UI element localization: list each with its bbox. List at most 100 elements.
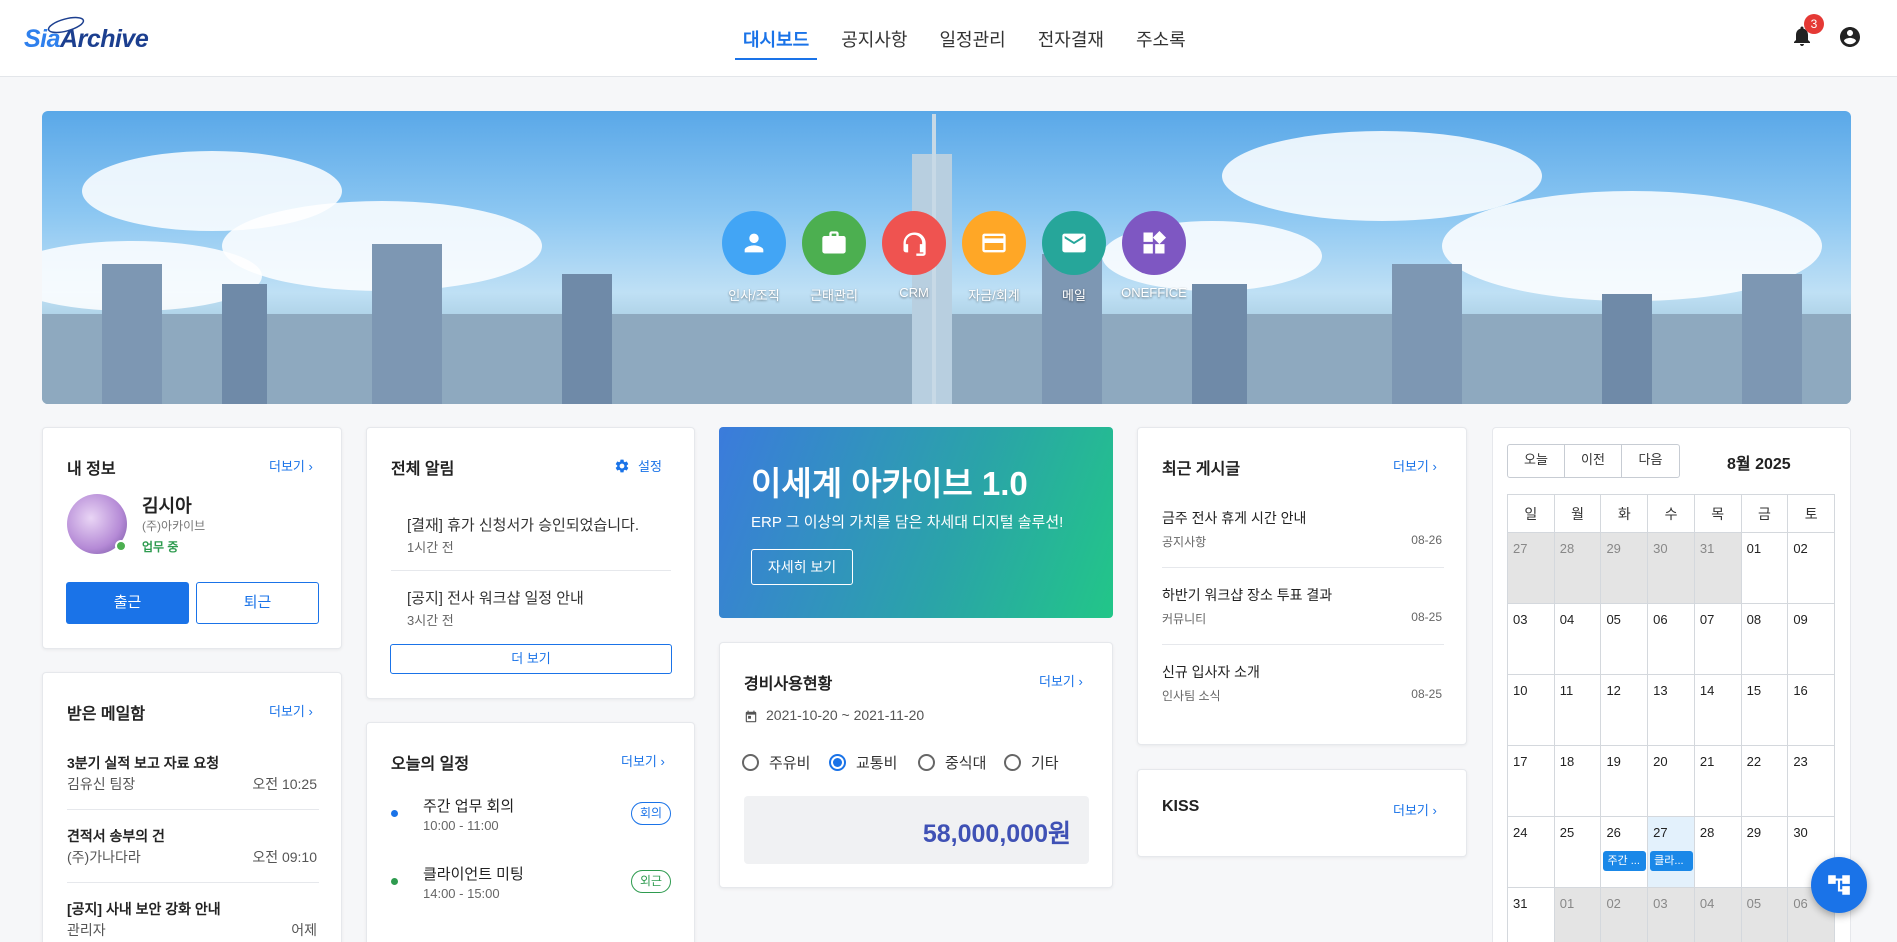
post-title: 금주 전사 휴게 시간 안내: [1162, 510, 1307, 526]
app-crm[interactable]: CRM: [874, 211, 954, 304]
more-link[interactable]: 더보기 ›: [269, 456, 313, 475]
calendar-day[interactable]: 01: [1554, 888, 1602, 942]
app-label: 근태관리: [810, 288, 858, 303]
nav-notices[interactable]: 공지사항: [833, 0, 915, 60]
calendar-day[interactable]: 04: [1694, 888, 1742, 942]
calendar-card: 오늘 이전 다음 8월 2025 일월화수목금토 27 28 29 30 31 01 02 0…: [1492, 427, 1851, 942]
calendar-day[interactable]: 10: [1508, 675, 1555, 746]
calendar-day[interactable]: 17: [1508, 746, 1555, 817]
calendar-day[interactable]: 13: [1648, 675, 1695, 746]
day-number: 02: [1793, 541, 1808, 556]
calendar-day[interactable]: 22: [1741, 746, 1789, 817]
calendar-day[interactable]: 27: [1508, 533, 1555, 604]
calendar-day[interactable]: 29: [1741, 817, 1789, 888]
app-hr[interactable]: 인사/조직: [714, 211, 794, 304]
calendar-event[interactable]: 클라...: [1650, 851, 1694, 871]
calendar-day[interactable]: 24: [1508, 817, 1555, 888]
calendar-day[interactable]: 25: [1554, 817, 1602, 888]
calendar-grid: 일월화수목금토 27 28 29 30 31 01 02 03 04 05 06 07 08 09 10 11…: [1507, 494, 1836, 942]
card-title: KISS: [1162, 798, 1200, 815]
org-chart-fab[interactable]: [1811, 857, 1867, 913]
nav-schedule[interactable]: 일정관리: [932, 0, 1014, 60]
calendar-day[interactable]: 18: [1554, 746, 1602, 817]
calendar-day[interactable]: 26 주간 ...: [1601, 817, 1649, 888]
calendar-day[interactable]: 04: [1554, 604, 1602, 675]
calendar-day[interactable]: 01: [1741, 533, 1789, 604]
day-number: 28: [1699, 825, 1715, 840]
calendar-prev-button[interactable]: 이전: [1565, 445, 1622, 477]
calendar-event[interactable]: 주간 ...: [1603, 851, 1647, 871]
schedule-tag: 회의: [631, 802, 672, 825]
calendar-day[interactable]: 07: [1694, 604, 1742, 675]
check-out-button[interactable]: 퇴근: [196, 582, 319, 624]
calendar-day[interactable]: 06: [1648, 604, 1695, 675]
more-notifications-button[interactable]: 더 보기: [390, 644, 672, 674]
settings-link[interactable]: 설정: [614, 456, 662, 475]
nav-address-book[interactable]: 주소록: [1128, 0, 1194, 60]
radio-lunch[interactable]: 중식대: [918, 752, 986, 773]
calendar-day[interactable]: 31: [1508, 888, 1555, 942]
check-in-button[interactable]: 출근: [66, 582, 189, 624]
app-onefice[interactable]: ONEFFICE: [1114, 211, 1194, 304]
calendar-next-button[interactable]: 다음: [1622, 445, 1679, 477]
mail-sender: (주)가나다라: [67, 849, 141, 865]
account-icon[interactable]: [1838, 25, 1862, 49]
calendar-today-button[interactable]: 오늘: [1508, 445, 1565, 477]
day-number: 15: [1746, 683, 1762, 698]
calendar-day[interactable]: 30: [1648, 533, 1695, 604]
post-title: 신규 입사자 소개: [1162, 664, 1260, 680]
weekday-label: 화: [1601, 495, 1649, 533]
mail-subject: 견적서 송부의 건: [67, 828, 165, 844]
calendar-day[interactable]: 05: [1741, 888, 1789, 942]
calendar-day[interactable]: 02: [1601, 888, 1649, 942]
calendar-month-title: 8월 2025: [1727, 456, 1791, 473]
calendar-day[interactable]: 21: [1694, 746, 1742, 817]
day-number: 01: [1559, 896, 1575, 911]
calendar-day[interactable]: 29: [1601, 533, 1649, 604]
calendar-day-today[interactable]: 27 클라...: [1648, 817, 1695, 888]
calendar-day[interactable]: 08: [1741, 604, 1789, 675]
calendar-day[interactable]: 14: [1694, 675, 1742, 746]
schedule-title: 주간 업무 회의: [423, 798, 515, 815]
app-finance[interactable]: 자금/회계: [954, 211, 1034, 304]
calendar-day[interactable]: 31: [1694, 533, 1742, 604]
calendar-day[interactable]: 03: [1648, 888, 1695, 942]
more-link[interactable]: 더보기 ›: [1393, 456, 1437, 475]
calendar-day[interactable]: 16: [1788, 675, 1836, 746]
promo-details-button[interactable]: 자세히 보기: [751, 549, 853, 585]
nav-dashboard[interactable]: 대시보드: [735, 0, 818, 60]
calendar-day[interactable]: 19: [1601, 746, 1649, 817]
radio-transport[interactable]: 교통비: [829, 752, 897, 773]
calendar-day[interactable]: 23: [1788, 746, 1836, 817]
calendar-day[interactable]: 03: [1508, 604, 1555, 675]
credit-card-icon: [962, 211, 1026, 275]
radio-fuel[interactable]: 주유비: [742, 752, 810, 773]
calendar-day[interactable]: 28: [1694, 817, 1742, 888]
calendar-day[interactable]: 20: [1648, 746, 1695, 817]
calendar-week-row: 31 01 02 03 04 05 06: [1508, 888, 1836, 942]
app-label: CRM: [899, 285, 929, 300]
calendar-day[interactable]: 02: [1788, 533, 1836, 604]
schedule-time: 14:00 - 15:00: [423, 886, 500, 901]
more-link[interactable]: 더보기 ›: [621, 751, 665, 770]
calendar-day[interactable]: 28: [1554, 533, 1602, 604]
calendar-day[interactable]: 11: [1554, 675, 1602, 746]
app-attendance[interactable]: 근태관리: [794, 211, 874, 304]
calendar-day[interactable]: 12: [1601, 675, 1649, 746]
sitemap-icon: [1828, 875, 1850, 895]
calendar-day[interactable]: 15: [1741, 675, 1789, 746]
day-number: 19: [1606, 754, 1621, 769]
calendar-day[interactable]: 09: [1788, 604, 1836, 675]
card-title: 내 정보: [67, 461, 116, 478]
more-link[interactable]: 더보기 ›: [269, 701, 313, 720]
app-mail[interactable]: 메일: [1034, 211, 1114, 304]
more-link[interactable]: 더보기 ›: [1393, 800, 1437, 819]
calendar-day[interactable]: 05: [1601, 604, 1649, 675]
radio-other[interactable]: 기타: [1004, 752, 1059, 773]
kiss-card: KISS 더보기 ›: [1137, 769, 1467, 857]
card-title: 최근 게시글: [1162, 461, 1241, 478]
nav-approval[interactable]: 전자결재: [1030, 0, 1112, 60]
more-link[interactable]: 더보기 ›: [1039, 671, 1083, 690]
logo-text: SiaArchive: [24, 25, 149, 53]
logo[interactable]: SiaArchive: [22, 16, 162, 58]
